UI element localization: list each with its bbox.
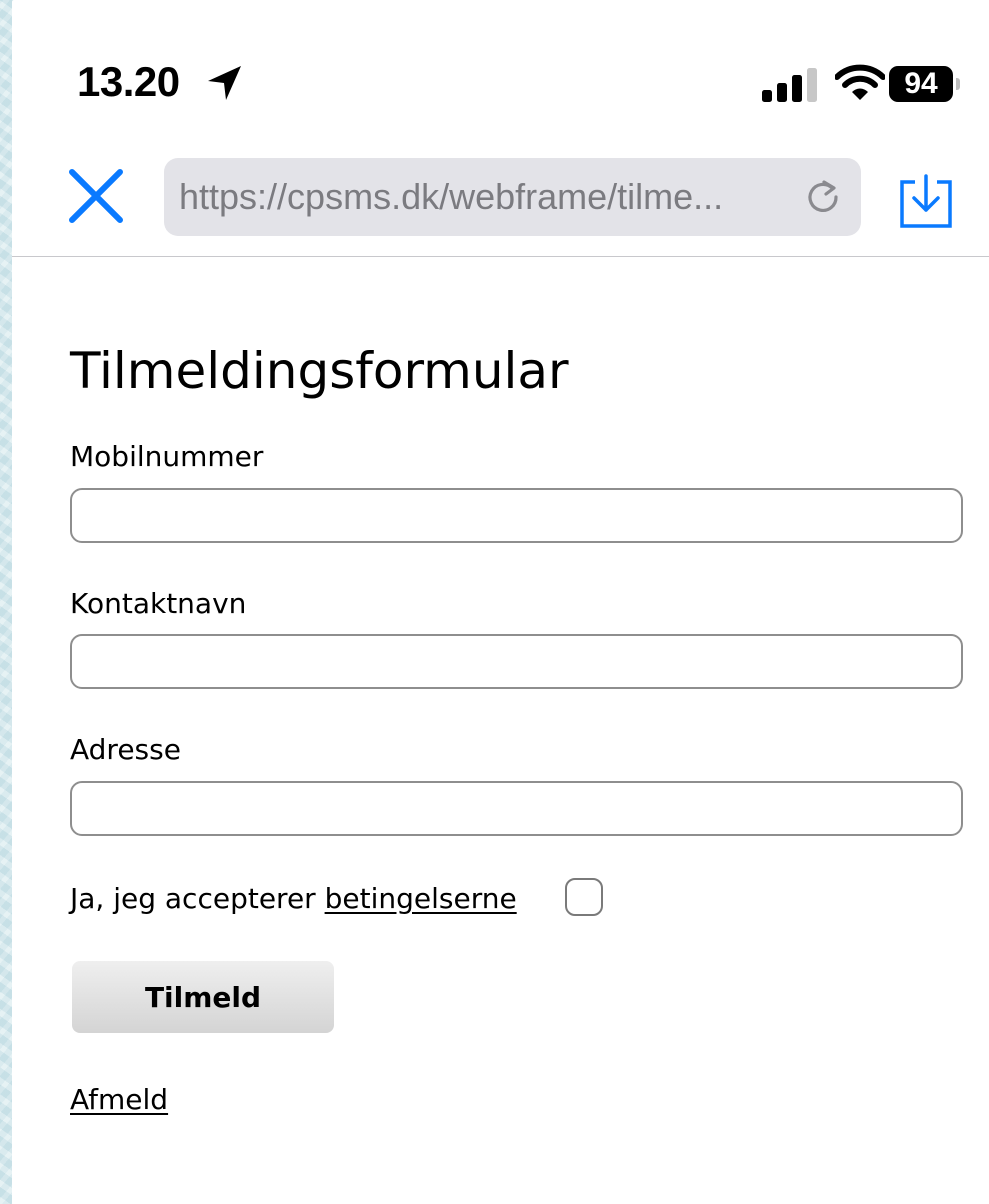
- download-icon[interactable]: [898, 174, 954, 230]
- unsubscribe-link[interactable]: Afmeld: [70, 1082, 168, 1118]
- consent-row: Ja, jeg accepterer betingelserne: [70, 879, 517, 919]
- contact-name-input[interactable]: [70, 634, 963, 689]
- browser-toolbar: https://cpsms.dk/webframe/tilme...: [12, 140, 989, 257]
- phone-screen: 13.20 94 https://cpsms.dk/webframe/tilme…: [12, 0, 989, 1204]
- consent-checkbox[interactable]: [565, 878, 603, 916]
- battery-tip: [956, 78, 960, 90]
- cellular-signal-icon: [762, 68, 817, 102]
- mobile-number-input[interactable]: [70, 488, 963, 543]
- url-bar[interactable]: https://cpsms.dk/webframe/tilme...: [164, 158, 861, 236]
- reload-icon[interactable]: [804, 178, 842, 216]
- address-input[interactable]: [70, 781, 963, 836]
- battery-level: 94: [904, 67, 938, 100]
- terms-link[interactable]: betingelserne: [325, 882, 517, 915]
- battery-icon: 94: [889, 66, 953, 102]
- contact-name-label: Kontaktnavn: [70, 587, 247, 620]
- submit-button[interactable]: Tilmeld: [72, 961, 334, 1033]
- address-label: Adresse: [70, 733, 181, 766]
- status-time: 13.20: [77, 58, 180, 105]
- wifi-icon: [835, 64, 885, 100]
- consent-text: Ja, jeg accepterer: [70, 882, 325, 915]
- close-icon[interactable]: [66, 166, 126, 226]
- status-bar: 13.20 94: [12, 0, 989, 140]
- url-text: https://cpsms.dk/webframe/tilme...: [179, 176, 724, 217]
- mobile-number-label: Mobilnummer: [70, 440, 264, 473]
- location-arrow-icon: [208, 66, 241, 100]
- page-title: Tilmeldingsformular: [70, 342, 569, 400]
